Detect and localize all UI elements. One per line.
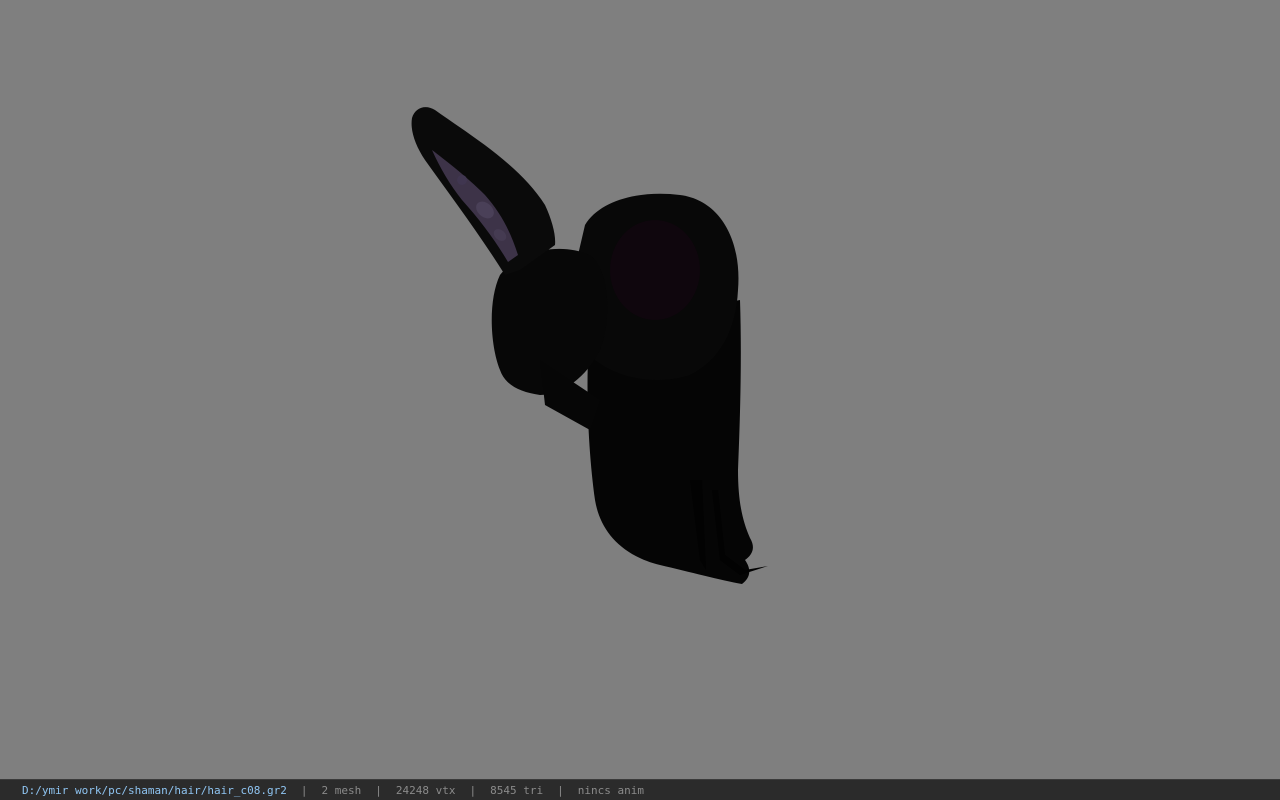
anim-status: nincs anim bbox=[577, 783, 644, 797]
separator: | bbox=[469, 783, 477, 797]
vertex-count: 24248 vtx bbox=[395, 783, 456, 797]
file-path: D:/ymir work/pc/shaman/hair/hair_c08.gr2 bbox=[22, 783, 287, 797]
separator: | bbox=[300, 783, 308, 797]
hair-inner-shade bbox=[610, 220, 700, 320]
mesh-count: 2 mesh bbox=[321, 783, 362, 797]
3d-viewport[interactable] bbox=[0, 0, 1280, 779]
hair-pin-ornament bbox=[457, 175, 467, 185]
hair-model-render[interactable] bbox=[0, 0, 1280, 779]
separator: | bbox=[557, 783, 564, 797]
triangle-count: 8545 tri bbox=[490, 783, 544, 797]
separator: | bbox=[375, 783, 382, 797]
status-bar: D:/ymir work/pc/shaman/hair/hair_c08.gr2… bbox=[0, 779, 1280, 800]
hair-pin-mesh bbox=[411, 107, 556, 275]
